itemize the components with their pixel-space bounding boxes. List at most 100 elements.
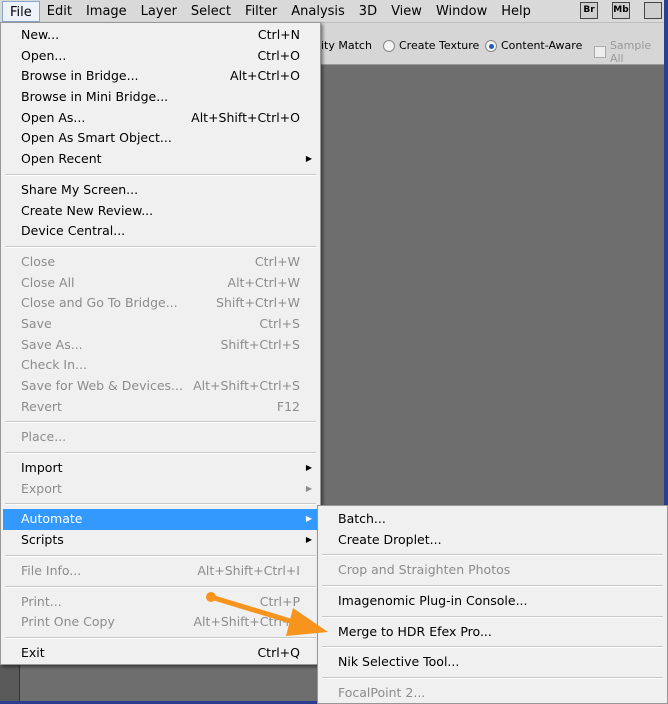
menu-item-close-and-go-to-bridge[interactable]: Close and Go To Bridge... Shift+Ctrl+W [3, 293, 318, 314]
shortcut-label: F12 [276, 398, 300, 414]
shortcut-label: Shift+Ctrl+W [216, 295, 300, 311]
shortcut-label: Ctrl+Q [257, 644, 300, 660]
menu-item-open[interactable]: Open... Ctrl+O [3, 46, 318, 67]
menu-item-imagenomic-plug-in-console[interactable]: Imagenomic Plug-in Console... [320, 591, 665, 612]
menu-view[interactable]: View [384, 1, 429, 22]
shortcut-label: Alt+Shift+Ctrl+O [191, 109, 300, 125]
menu-item-check-in[interactable]: Check In... [3, 355, 318, 376]
menu-item-open-as[interactable]: Open As... Alt+Shift+Ctrl+O [3, 108, 318, 129]
menu-image[interactable]: Image [79, 1, 134, 22]
menu-item-label: File Info... [21, 562, 82, 578]
menu-item-label: Browse in Mini Bridge... [21, 89, 169, 105]
shortcut-label: Shift+Ctrl+S [220, 336, 300, 352]
submenu-arrow-icon: ▶ [305, 514, 312, 524]
menu-item-share-my-screen[interactable]: Share My Screen... [3, 180, 318, 201]
menu-file[interactable]: File [2, 0, 40, 22]
menu-item-create-droplet[interactable]: Create Droplet... [320, 530, 665, 551]
menu-item-label: Create Droplet... [338, 531, 442, 547]
menu-window[interactable]: Window [429, 1, 494, 22]
content-aware-radio[interactable]: Content-Aware [485, 39, 582, 52]
menu-help[interactable]: Help [494, 1, 538, 22]
menu-select[interactable]: Select [184, 1, 238, 22]
menu-separator [320, 581, 665, 591]
menu-item-save-as[interactable]: Save As... Shift+Ctrl+S [3, 335, 318, 356]
checkbox-icon [594, 46, 606, 58]
menu-item-open-as-smart-object[interactable]: Open As Smart Object... [3, 128, 318, 149]
menu-item-crop-and-straighten-photos[interactable]: Crop and Straighten Photos [320, 560, 665, 581]
menu-bar: File Edit Image Layer Select Filter Analysis 3D… [0, 0, 668, 23]
menu-item-label: Share My Screen... [21, 181, 139, 197]
shortcut-label: Ctrl+W [254, 253, 300, 269]
menu-separator [3, 170, 318, 180]
menu-item-export[interactable]: Export ▶ [3, 479, 318, 500]
menu-item-label: Close All [21, 274, 75, 290]
menu-item-merge-to-hdr-efex-pro[interactable]: Merge to HDR Efex Pro... [320, 622, 665, 643]
menu-item-open-recent[interactable]: Open Recent ▶ [3, 149, 318, 170]
menu-item-focalpoint-2[interactable]: FocalPoint 2... [320, 683, 665, 704]
menu-item-label: Imagenomic Plug-in Console... [338, 593, 528, 609]
menu-item-scripts[interactable]: Scripts ▶ [3, 530, 318, 551]
menu-item-browse-in-bridge[interactable]: Browse in Bridge... Alt+Ctrl+O [3, 66, 318, 87]
menu-item-place[interactable]: Place... [3, 427, 318, 448]
file-menu: New... Ctrl+N Open... Ctrl+O Browse in Bridg… [0, 22, 321, 665]
submenu-arrow-icon: ▶ [305, 154, 312, 164]
menu-analysis[interactable]: Analysis [284, 1, 352, 22]
menu-item-label: Open Recent [21, 151, 102, 167]
menu-item-close-all[interactable]: Close All Alt+Ctrl+W [3, 273, 318, 294]
menu-layer[interactable]: Layer [134, 1, 184, 22]
menu-item-exit[interactable]: Exit Ctrl+Q [3, 643, 318, 664]
menu-item-revert[interactable]: Revert F12 [3, 397, 318, 418]
bridge-icon[interactable]: Br [580, 2, 598, 19]
menu-item-import[interactable]: Import ▶ [3, 458, 318, 479]
mini-bridge-icon[interactable]: Mb [612, 2, 630, 19]
menu-item-label: Close and Go To Bridge... [21, 295, 178, 311]
radio-selected-icon [485, 39, 497, 52]
create-texture-radio[interactable]: Create Texture [383, 39, 479, 52]
radio-icon [383, 39, 395, 52]
menu-separator [3, 499, 318, 509]
menu-filter[interactable]: Filter [238, 1, 284, 22]
menu-item-label: Close [21, 253, 56, 269]
proximity-match-option[interactable]: nity Match [314, 39, 372, 52]
menu-edit[interactable]: Edit [40, 1, 79, 22]
menu-item-print[interactable]: Print... Ctrl+P [3, 592, 318, 613]
menu-separator [320, 642, 665, 652]
menu-separator [3, 633, 318, 643]
menu-item-print-one-copy[interactable]: Print One Copy Alt+Shift+Ctrl+P [3, 612, 318, 633]
menu-item-label: FocalPoint 2... [338, 685, 426, 701]
sample-all-label: Sample All [609, 39, 652, 65]
menu-item-nik-selective-tool[interactable]: Nik Selective Tool... [320, 652, 665, 673]
menu-item-save-for-web-devices[interactable]: Save for Web & Devices... Alt+Shift+Ctrl+… [3, 376, 318, 397]
menu-item-close[interactable]: Close Ctrl+W [3, 252, 318, 273]
menu-item-label: Print One Copy [21, 614, 115, 630]
menu-item-label: Print... [21, 593, 62, 609]
menu-item-label: New... [21, 27, 60, 42]
menu-3d[interactable]: 3D [352, 1, 384, 22]
shortcut-label: Ctrl+N [257, 27, 300, 42]
menu-item-browse-in-mini-bridge[interactable]: Browse in Mini Bridge... [3, 87, 318, 108]
sample-all-checkbox[interactable]: Sample All [594, 39, 668, 65]
menu-separator [320, 612, 665, 622]
menu-item-label: Browse in Bridge... [21, 68, 139, 84]
screen-mode-icon[interactable] [644, 2, 662, 19]
menu-separator [3, 551, 318, 561]
menu-item-create-new-review[interactable]: Create New Review... [3, 201, 318, 222]
menu-item-label: Open... [21, 47, 67, 63]
submenu-arrow-icon: ▶ [305, 483, 312, 493]
menu-item-label: Merge to HDR Efex Pro... [338, 623, 492, 639]
bridge-buttons: Br Mb [580, 2, 662, 19]
menu-item-save[interactable]: Save Ctrl+S [3, 314, 318, 335]
menu-item-label: Revert [21, 398, 62, 414]
menu-item-new[interactable]: New... Ctrl+N [3, 25, 318, 46]
menu-separator [3, 242, 318, 252]
menu-item-automate[interactable]: Automate ▶ [3, 509, 318, 531]
menu-item-file-info[interactable]: File Info... Alt+Shift+Ctrl+I [3, 561, 318, 582]
menu-separator [320, 550, 665, 560]
menu-item-batch[interactable]: Batch... [320, 509, 665, 530]
menu-item-label: Save [21, 315, 52, 331]
menu-item-label: Crop and Straighten Photos [338, 562, 511, 578]
menu-item-label: Device Central... [21, 223, 126, 239]
menu-item-label: Save for Web & Devices... [21, 378, 183, 393]
menu-item-label: Export [21, 480, 62, 496]
menu-item-device-central[interactable]: Device Central... [3, 221, 318, 242]
